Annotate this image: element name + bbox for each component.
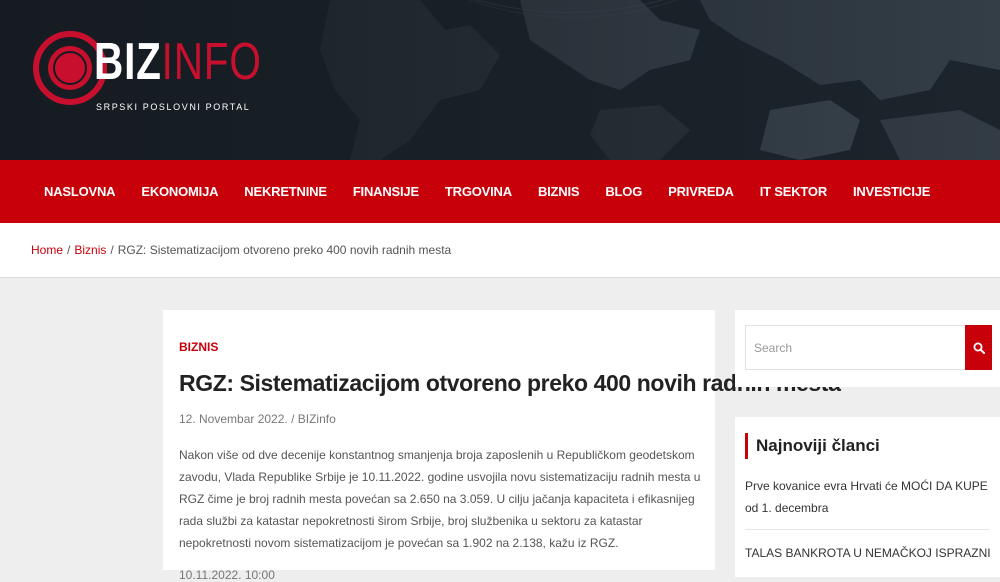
search-widget [735, 310, 1000, 387]
nav-item-privreda[interactable]: PRIVREDA [668, 184, 734, 199]
search-button[interactable] [965, 325, 992, 370]
recent-articles-widget: Najnoviji članci Prve kovanice evra Hrva… [735, 417, 1000, 577]
breadcrumb-current: RGZ: Sistematizacijom otvoreno preko 400… [117, 243, 452, 257]
nav-item-investicije[interactable]: INVESTICIJE [853, 184, 930, 199]
search-icon [973, 342, 985, 354]
nav-item-blog[interactable]: BLOG [605, 184, 642, 199]
logo-tagline: SRPSKI POSLOVNI PORTAL [96, 102, 251, 112]
logo-wordmark: BIZINFO [94, 34, 262, 90]
site-header: BIZINFO SRPSKI POSLOVNI PORTAL [0, 0, 1000, 160]
nav-item-it-sektor[interactable]: IT SEKTOR [760, 184, 828, 199]
search-input[interactable] [745, 325, 965, 370]
article-meta: 12. Novembar 2022. / BIZinfo [179, 412, 336, 426]
nav-item-trgovina[interactable]: TRGOVINA [445, 184, 512, 199]
nav-item-ekonomija[interactable]: EKONOMIJA [141, 184, 218, 199]
breadcrumb-separator: / [110, 243, 114, 257]
site-logo[interactable]: BIZINFO SRPSKI POSLOVNI PORTAL [30, 28, 261, 112]
article-category[interactable]: BIZNIS [179, 340, 218, 354]
breadcrumb-separator: / [67, 243, 71, 257]
nav-item-biznis[interactable]: BIZNIS [538, 184, 580, 199]
article-date-line: 10.11.2022. 10:00 [179, 568, 275, 582]
recent-articles-title: Najnoviji članci [745, 433, 990, 459]
breadcrumb-home[interactable]: Home [31, 243, 63, 257]
breadcrumb: Home / Biznis / RGZ: Sistematizacijom ot… [0, 223, 1000, 278]
article-card: BIZNIS RGZ: Sistematizacijom otvoreno pr… [163, 310, 841, 582]
article-body: Nakon više od dve decenije konstantnog s… [179, 448, 701, 550]
breadcrumb-biznis[interactable]: Biznis [74, 243, 106, 257]
recent-article-item[interactable]: TALAS BANKROTA U NEMAČKOJ ISPRAZNIO GRAD… [745, 542, 990, 574]
logo-info: INFO [161, 33, 262, 91]
nav-item-naslovna[interactable]: NASLOVNA [44, 184, 116, 199]
logo-biz: BIZ [94, 33, 162, 91]
recent-article-item[interactable]: Prve kovanice evra Hrvati će MOĆI DA KUP… [745, 475, 990, 530]
main-navigation: NASLOVNA EKONOMIJA NEKRETNINE FINANSIJE … [0, 160, 1000, 223]
nav-item-finansije[interactable]: FINANSIJE [353, 184, 419, 199]
nav-item-nekretnine[interactable]: NEKRETNINE [244, 184, 327, 199]
article-title: RGZ: Sistematizacijom otvoreno preko 400… [179, 370, 841, 396]
